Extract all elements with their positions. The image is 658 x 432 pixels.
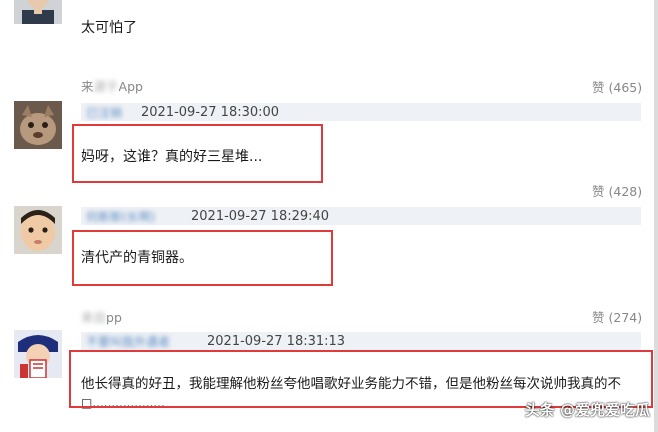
comment-source-1: 来源于App: [81, 79, 143, 94]
like-button-1[interactable]: 赞 (465): [592, 77, 642, 96]
avatar-3[interactable]: [14, 206, 62, 254]
comment-source-3: 来自pp: [81, 310, 122, 325]
scrollbar-track[interactable]: [654, 0, 658, 432]
avatar-4[interactable]: [14, 330, 62, 378]
username-2[interactable]: 已注销: [86, 104, 122, 121]
avatar-portrait-icon: [14, 0, 62, 24]
avatar-1[interactable]: [14, 0, 62, 24]
meta-bar-3: [81, 207, 641, 225]
like-button-3[interactable]: 赞 (274): [592, 307, 642, 326]
comment-text-1: 太可怕了: [81, 20, 137, 36]
username-4[interactable]: 不要叫我外遇者: [86, 333, 170, 350]
avatar-cartoon-icon: [14, 330, 62, 378]
avatar-2[interactable]: [14, 101, 62, 149]
avatar-cat-icon: [14, 101, 62, 149]
like-button-2[interactable]: 赞 (428): [592, 181, 642, 200]
highlight-box-3: [72, 230, 333, 286]
timestamp-2: 2021-09-27 18:30:00: [141, 105, 280, 120]
timestamp-4: 2021-09-27 18:31:13: [207, 334, 346, 349]
watermark: 头条 @爱兜爱吃瓜: [524, 401, 650, 419]
timestamp-3: 2021-09-27 18:29:40: [191, 209, 330, 224]
avatar-child-icon: [14, 206, 62, 254]
username-3[interactable]: 何斯斯(长啊): [86, 208, 155, 225]
highlight-box-2: [72, 124, 323, 183]
